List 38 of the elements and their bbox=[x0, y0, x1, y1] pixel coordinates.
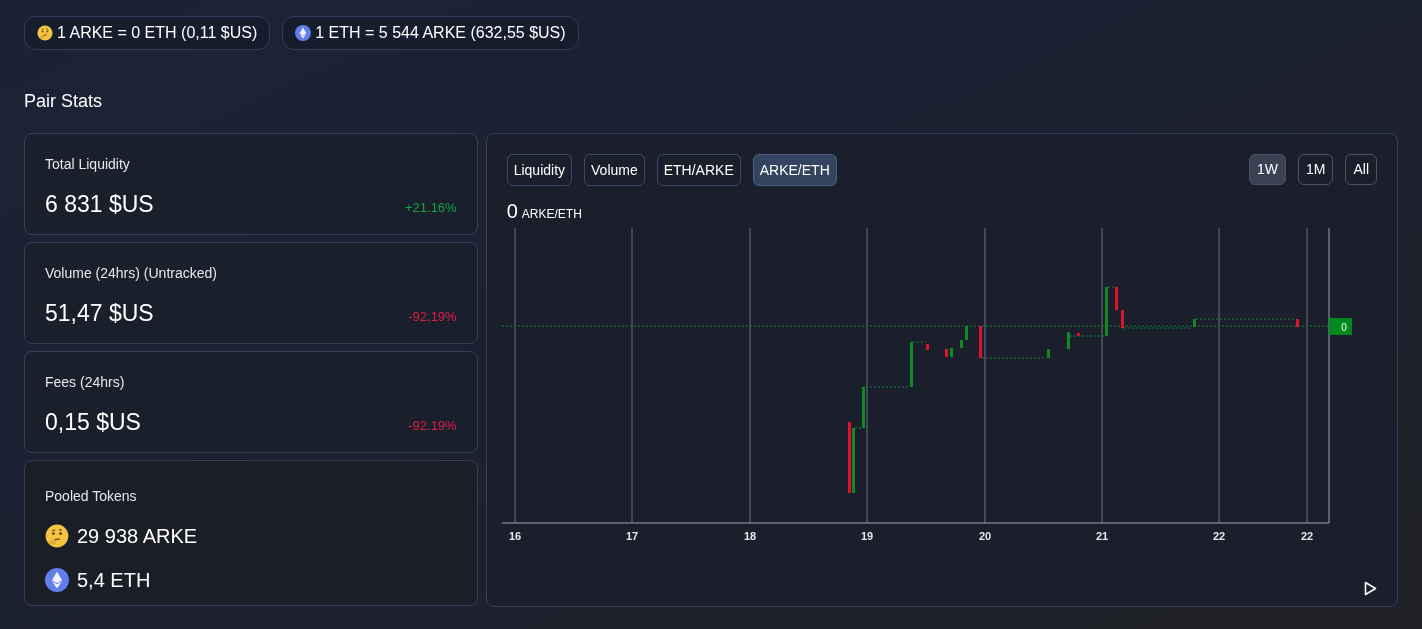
price-tag: 0 bbox=[1328, 318, 1352, 335]
thinking-face-icon bbox=[37, 25, 53, 41]
time-range-tab[interactable]: 1M bbox=[1298, 154, 1334, 185]
stat-title: Pooled Tokens bbox=[45, 487, 138, 506]
axis-label: 18 bbox=[743, 530, 756, 542]
stat-value: 51,47 $US bbox=[45, 299, 154, 328]
axis-label: 21 bbox=[1095, 530, 1108, 542]
stat-title: Volume (24hrs) (Untracked) bbox=[45, 264, 218, 283]
chart-unit: ARKE/ETH bbox=[521, 206, 582, 223]
stat-change: -92.19% bbox=[408, 308, 457, 326]
stat-value: 6 831 $US bbox=[45, 190, 154, 219]
play-icon[interactable] bbox=[1364, 581, 1377, 596]
chart-tab[interactable]: Volume bbox=[584, 154, 645, 186]
axis-label: 19 bbox=[860, 530, 873, 542]
stat-value: 0,15 $US bbox=[45, 408, 141, 437]
stat-title: Fees (24hrs) bbox=[45, 373, 126, 392]
exchange-rate-text: 1 ETH = 5 544 ARKE (632,55 $US) bbox=[315, 23, 566, 43]
chart-value: 0 bbox=[506, 199, 518, 224]
axis-label: 16 bbox=[508, 530, 521, 542]
chart-tab[interactable]: ETH/ARKE bbox=[656, 154, 741, 186]
axis-label: 17 bbox=[625, 530, 638, 542]
section-title: Pair Stats bbox=[24, 90, 104, 113]
axis-label: 22 bbox=[1300, 530, 1313, 542]
chart-tab[interactable]: Liquidity bbox=[506, 154, 573, 186]
time-range-tab[interactable]: 1W bbox=[1249, 154, 1286, 185]
ethereum-icon bbox=[295, 25, 312, 41]
chart-tab[interactable]: ARKE/ETH bbox=[752, 154, 837, 186]
stat-title: Total Liquidity bbox=[45, 155, 131, 174]
ethereum-icon bbox=[45, 568, 69, 592]
stat-change: -92.19% bbox=[408, 417, 457, 435]
axis-label: 20 bbox=[978, 530, 991, 542]
token-amount: 5,4 ETH bbox=[77, 568, 151, 593]
time-range-tab[interactable]: All bbox=[1345, 154, 1377, 185]
token-amount: 29 938 ARKE bbox=[77, 524, 198, 549]
exchange-rate-text: 1 ARKE = 0 ETH (0,11 $US) bbox=[57, 23, 258, 43]
thinking-face-icon bbox=[45, 524, 69, 548]
stat-change: +21.16% bbox=[404, 199, 457, 217]
axis-label: 22 bbox=[1212, 530, 1225, 542]
